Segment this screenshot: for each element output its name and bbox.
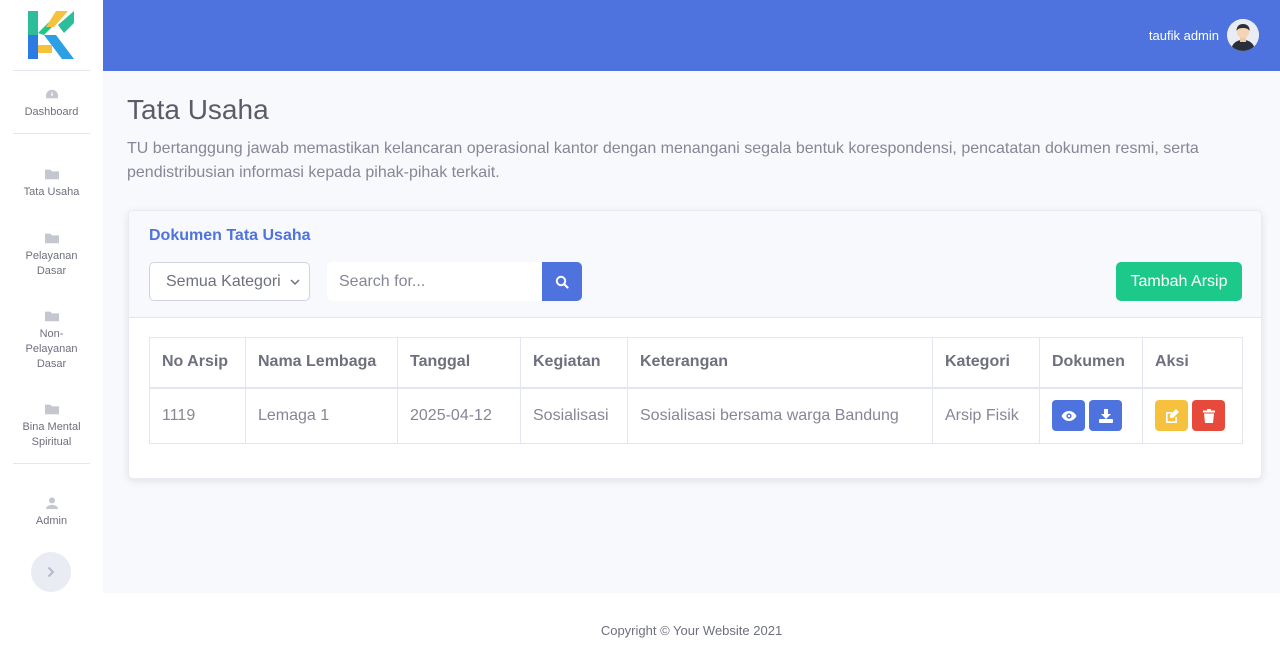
folder-icon [44,169,59,180]
card-header: Dokumen Tata Usaha Semua Kategori Tambah… [129,211,1261,318]
delete-button[interactable] [1192,400,1225,432]
cell-keterangan: Sosialisasi bersama warga Bandung [627,387,933,444]
card-title: Dokumen Tata Usaha [149,227,311,244]
logo-icon [27,11,74,59]
sidebar-item-label: Dashboard [24,106,79,118]
sidebar-item-label: Non-Pelayanan Dasar [25,328,78,370]
table-header-row: No Arsip Nama Lembaga Tanggal Kegiatan K… [149,337,1243,389]
cell-no-arsip: 1119 [149,387,246,444]
eye-icon [1061,410,1076,421]
trash-icon [1202,408,1215,423]
sidebar-item-bina-mental-spiritual[interactable]: Bina Mental Spiritual [0,403,103,450]
sidebar-item-tata-usaha[interactable]: Tata Usaha [0,168,103,200]
column-header: Kegiatan [520,337,628,389]
column-header: Keterangan [627,337,933,389]
add-archive-button[interactable]: Tambah Arsip [1116,262,1242,301]
category-select-value: Semua Kategori [166,272,281,290]
sidebar-item-dashboard[interactable]: Dashboard [0,88,103,120]
footer-copyright: Copyright © Your Website 2021 [600,623,783,638]
cell-nama-lembaga: Lemaga 1 [245,387,398,444]
column-header: Tanggal [397,337,521,389]
documents-card: Dokumen Tata Usaha Semua Kategori Tambah… [128,210,1262,479]
documents-table: No Arsip Nama Lembaga Tanggal Kegiatan K… [149,337,1243,444]
sidebar-toggle-button[interactable] [31,552,71,592]
cell-kegiatan: Sosialisasi [520,387,628,444]
column-header: Kategori [932,337,1040,389]
edit-button[interactable] [1155,400,1188,432]
column-header: Dokumen [1039,337,1143,389]
chevron-right-icon [47,566,55,578]
cell-aksi [1142,387,1243,444]
page-title: Tata Usaha [127,94,269,125]
sidebar-item-label: Pelayanan Dasar [25,250,78,277]
folder-icon [44,233,59,244]
download-icon [1098,408,1113,423]
column-header: Aksi [1142,337,1243,389]
topbar: taufik admin [103,0,1280,71]
footer: Copyright © Your Website 2021 [103,593,1280,665]
page-description: TU bertanggung jawab memastikan kelancar… [127,140,1199,181]
sidebar: Dashboard Tata Usaha Pelayanan Dasar Non… [0,0,103,593]
edit-icon [1165,408,1179,423]
cell-dokumen [1039,387,1143,444]
column-header: Nama Lembaga [245,337,398,389]
user-icon [45,497,58,509]
dashboard-icon [45,89,58,99]
sidebar-item-label: Bina Mental Spiritual [22,421,81,448]
user-menu[interactable]: taufik admin [1149,19,1259,51]
sidebar-item-label: Tata Usaha [23,186,80,198]
category-select[interactable]: Semua Kategori [149,262,310,301]
table-row: 1119 Lemaga 1 2025-04-12 Sosialisasi Sos… [149,387,1243,444]
sidebar-item-pelayanan-dasar[interactable]: Pelayanan Dasar [0,232,103,279]
search-input[interactable] [327,262,542,301]
folder-icon [44,404,59,415]
avatar [1227,19,1259,51]
cell-tanggal: 2025-04-12 [397,387,521,444]
search-button[interactable] [542,262,582,301]
cell-kategori: Arsip Fisik [932,387,1040,444]
user-name: taufik admin [1148,27,1219,43]
column-header: No Arsip [149,337,246,389]
download-document-button[interactable] [1089,400,1122,432]
main-content: Tata Usaha TU bertanggung jawab memastik… [103,71,1280,593]
folder-icon [44,311,59,322]
search-icon [555,275,569,289]
chevron-down-icon [290,279,300,286]
sidebar-item-admin[interactable]: Admin [0,497,103,529]
view-document-button[interactable] [1052,400,1085,432]
sidebar-item-non-pelayanan-dasar[interactable]: Non-Pelayanan Dasar [0,310,103,372]
sidebar-item-label: Admin [35,515,68,527]
brand-logo[interactable] [13,0,90,71]
